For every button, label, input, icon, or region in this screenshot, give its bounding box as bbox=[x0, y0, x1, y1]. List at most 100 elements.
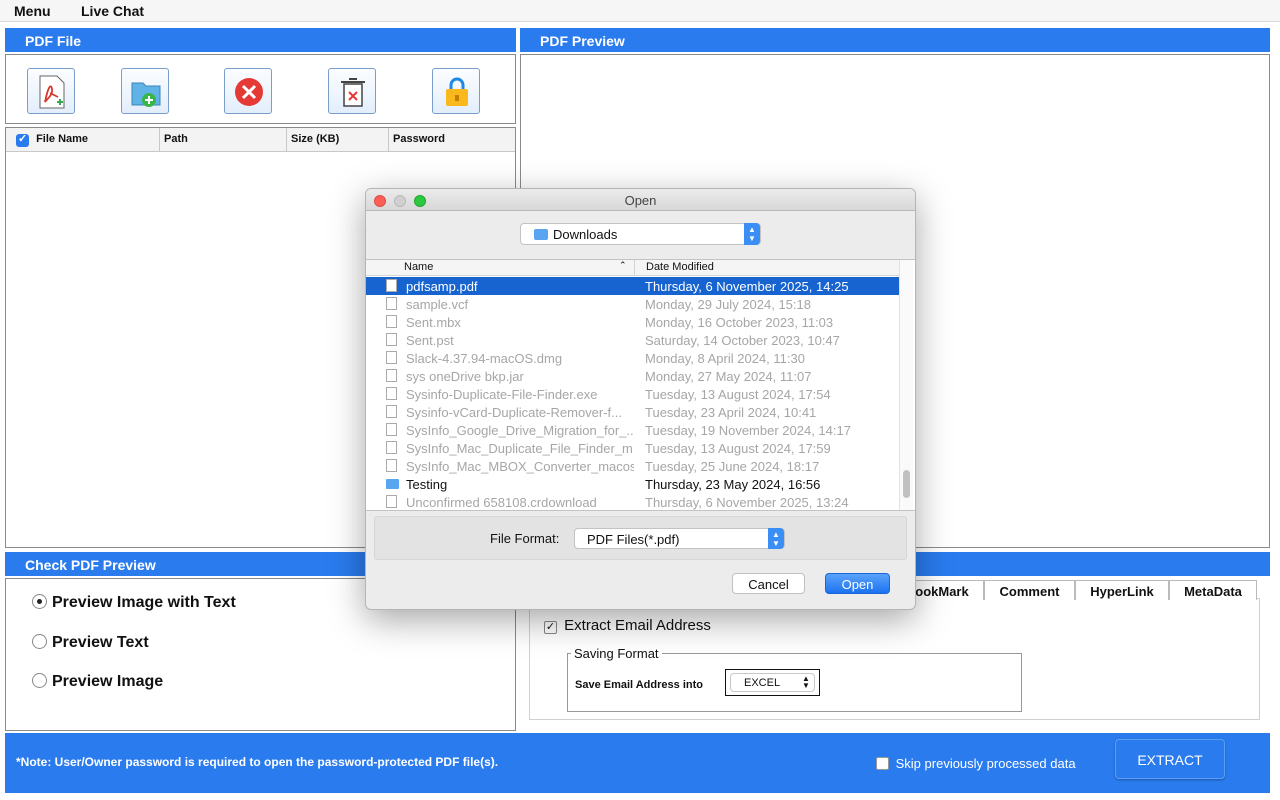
radio-button[interactable] bbox=[32, 634, 47, 649]
radio-button[interactable] bbox=[32, 594, 47, 609]
file-row[interactable]: Sysinfo-vCard-Duplicate-Remover-f... Tues… bbox=[366, 403, 899, 421]
file-name: sys oneDrive bkp.jar bbox=[406, 369, 524, 384]
file-name: Sysinfo-vCard-Duplicate-Remover-f... bbox=[406, 405, 623, 420]
file-name: sample.vcf bbox=[406, 297, 469, 312]
add-file-button[interactable] bbox=[27, 68, 75, 114]
file-name: Testing bbox=[406, 477, 448, 492]
save-email-label: Save Email Address into bbox=[575, 679, 703, 691]
file-date: Thursday, 6 November 2025, 14:25 bbox=[645, 279, 849, 294]
radio-preview-image[interactable]: Preview Image bbox=[32, 673, 163, 691]
file-date: Monday, 27 May 2024, 11:07 bbox=[645, 369, 812, 384]
radio-preview-image-text[interactable]: Preview Image with Text bbox=[32, 594, 236, 612]
zoom-window-icon[interactable] bbox=[414, 195, 426, 207]
add-folder-button[interactable] bbox=[121, 68, 169, 114]
file-row[interactable]: Sent.mbx Monday, 16 October 2023, 11:03 bbox=[366, 313, 899, 331]
extract-email-option[interactable]: ✓ Extract Email Address bbox=[544, 617, 711, 634]
password-note: *Note: User/Owner password is required t… bbox=[16, 755, 499, 769]
scrollbar-thumb[interactable] bbox=[903, 470, 910, 498]
open-button[interactable]: Open bbox=[825, 573, 890, 594]
tab-comment[interactable]: Comment bbox=[984, 580, 1075, 600]
file-row[interactable]: sample.vcf Monday, 29 July 2024, 15:18 bbox=[366, 295, 899, 313]
file-name: Slack-4.37.94-macOS.dmg bbox=[406, 351, 563, 366]
menu-item-menu[interactable]: Menu bbox=[14, 3, 51, 19]
file-icon bbox=[386, 279, 397, 292]
remove-file-button[interactable] bbox=[224, 68, 272, 114]
menubar: Menu Live Chat bbox=[0, 0, 1280, 22]
file-format-label: File Format: bbox=[490, 531, 560, 546]
dialog-title: Open bbox=[366, 189, 915, 211]
skip-processed-checkbox[interactable] bbox=[876, 757, 889, 770]
save-format-select[interactable]: EXCEL ▲ ▼ bbox=[725, 669, 820, 696]
file-row[interactable]: Sent.pst Saturday, 14 October 2023, 10:47 bbox=[366, 331, 899, 349]
lock-icon bbox=[446, 77, 468, 106]
tab-hyperlink[interactable]: HyperLink bbox=[1075, 580, 1169, 600]
col-password[interactable]: Password bbox=[389, 128, 515, 152]
minimize-window-icon bbox=[394, 195, 406, 207]
radio-button[interactable] bbox=[32, 673, 47, 688]
pdf-file-header: PDF File bbox=[5, 28, 516, 52]
file-format-select[interactable]: PDF Files(*.pdf) ▲ ▼ bbox=[574, 528, 785, 549]
saving-format-legend: Saving Format bbox=[571, 646, 662, 661]
tab-metadata[interactable]: MetaData bbox=[1169, 580, 1257, 600]
col-name[interactable]: Name bbox=[404, 261, 433, 273]
file-row[interactable]: SysInfo_Mac_MBOX_Converter_macos... Tuesd… bbox=[366, 457, 899, 475]
col-path[interactable]: Path bbox=[160, 128, 287, 152]
scrollbar[interactable] bbox=[899, 260, 913, 510]
pdf-preview-header: PDF Preview bbox=[520, 28, 1270, 52]
extract-email-checkbox[interactable]: ✓ bbox=[544, 621, 557, 634]
col-size[interactable]: Size (KB) bbox=[287, 128, 389, 152]
file-date: Monday, 16 October 2023, 11:03 bbox=[645, 315, 834, 330]
file-date: Tuesday, 25 June 2024, 18:17 bbox=[645, 459, 820, 474]
file-format-value: PDF Files(*.pdf) bbox=[587, 532, 680, 547]
file-icon bbox=[386, 369, 397, 382]
file-row[interactable]: SysInfo_Google_Drive_Migration_for_... Tu… bbox=[366, 421, 899, 439]
folder-icon bbox=[534, 229, 548, 240]
location-select[interactable]: Downloads ▲ ▼ bbox=[520, 223, 761, 245]
file-icon bbox=[386, 441, 397, 454]
file-icon bbox=[386, 423, 397, 436]
file-icon bbox=[386, 351, 397, 364]
file-icon bbox=[386, 459, 397, 472]
file-browser: Name ⌃ Date Modified pdfsamp.pdf Thursday… bbox=[366, 259, 915, 511]
file-row[interactable]: Slack-4.37.94-macOS.dmg Monday, 8 April 2… bbox=[366, 349, 899, 367]
file-name: SysInfo_Mac_Duplicate_File_Finder_m... bbox=[406, 441, 634, 456]
file-date: Monday, 29 July 2024, 15:18 bbox=[645, 297, 811, 312]
password-button[interactable] bbox=[432, 68, 480, 114]
extract-button[interactable]: EXTRACT bbox=[1115, 739, 1225, 779]
file-date: Tuesday, 23 April 2024, 10:41 bbox=[645, 405, 817, 420]
file-date: Thursday, 6 November 2025, 13:24 bbox=[645, 495, 849, 510]
skip-processed-option[interactable]: Skip previously processed data bbox=[876, 756, 1076, 771]
chevron-updown-icon: ▲ ▼ bbox=[802, 674, 810, 690]
file-date: Tuesday, 13 August 2024, 17:59 bbox=[645, 441, 831, 456]
file-row[interactable]: Unconfirmed 658108.crdownload Thursday, 6… bbox=[366, 493, 899, 511]
file-icon bbox=[386, 405, 397, 418]
file-name: Sent.mbx bbox=[406, 315, 461, 330]
file-row[interactable]: sys oneDrive bkp.jar Monday, 27 May 2024,… bbox=[366, 367, 899, 385]
file-row[interactable]: Sysinfo-Duplicate-File-Finder.exe Tuesday… bbox=[366, 385, 899, 403]
chevron-updown-icon: ▲ ▼ bbox=[768, 528, 784, 549]
radio-preview-text[interactable]: Preview Text bbox=[32, 634, 149, 652]
file-icon bbox=[386, 297, 397, 310]
sort-up-icon: ⌃ bbox=[619, 260, 627, 270]
cancel-button[interactable]: Cancel bbox=[732, 573, 805, 594]
file-list-header: Name ⌃ Date Modified bbox=[366, 260, 899, 276]
file-icon bbox=[386, 387, 397, 400]
file-icon bbox=[386, 315, 397, 328]
file-icon bbox=[386, 333, 397, 346]
col-file-name[interactable]: File Name bbox=[6, 128, 160, 152]
file-name: SysInfo_Mac_MBOX_Converter_macos... bbox=[406, 459, 634, 474]
file-date: Monday, 8 April 2024, 11:30 bbox=[645, 351, 805, 366]
close-window-icon[interactable] bbox=[374, 195, 386, 207]
location-value: Downloads bbox=[553, 227, 618, 242]
menu-item-live-chat[interactable]: Live Chat bbox=[81, 3, 144, 19]
select-all-checkbox[interactable] bbox=[16, 134, 29, 147]
file-name: pdfsamp.pdf bbox=[406, 279, 478, 294]
remove-all-button[interactable] bbox=[328, 68, 376, 114]
file-row[interactable]: SysInfo_Mac_Duplicate_File_Finder_m... Tu… bbox=[366, 439, 899, 457]
file-icon bbox=[386, 495, 397, 508]
file-row[interactable]: Testing Thursday, 23 May 2024, 16:56 bbox=[366, 475, 899, 493]
file-date: Tuesday, 13 August 2024, 17:54 bbox=[645, 387, 831, 402]
folder-icon bbox=[386, 479, 399, 489]
col-date-modified[interactable]: Date Modified bbox=[646, 261, 714, 273]
file-row[interactable]: pdfsamp.pdf Thursday, 6 November 2025, 14… bbox=[366, 277, 899, 295]
